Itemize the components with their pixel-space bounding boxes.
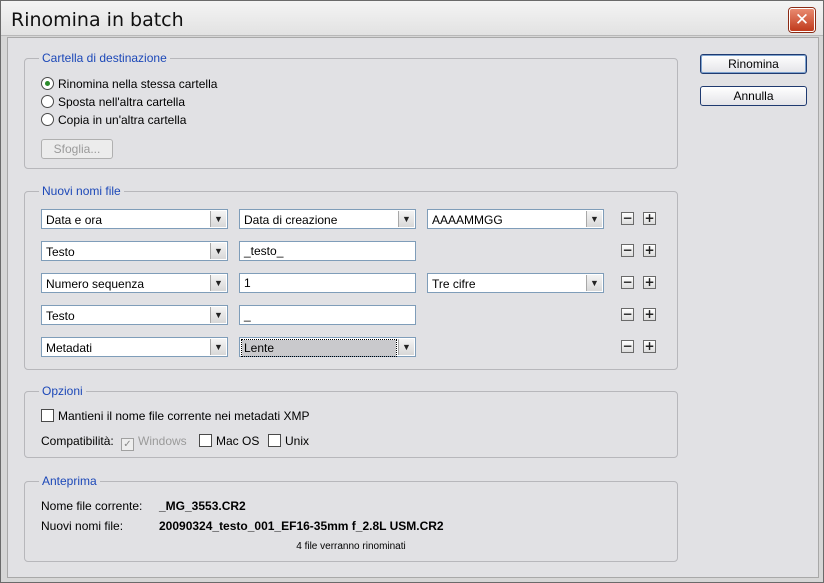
radio-label: Sposta nell'altra cartella — [58, 95, 186, 109]
chevron-down-icon[interactable]: ▼ — [398, 339, 414, 355]
window-title: Rinomina in batch — [11, 9, 184, 31]
rename-count-text: 4 file verranno rinominati — [296, 541, 406, 552]
preview-title: Anteprima — [39, 474, 100, 488]
windows-checkbox[interactable]: ✓ Windows — [121, 433, 187, 451]
radio-rename-same-folder[interactable]: Rinomina nella stessa cartella — [41, 76, 217, 92]
chevron-down-icon[interactable]: ▼ — [586, 211, 602, 227]
checkbox-label: Unix — [285, 434, 310, 448]
radio-label: Copia in un'altra cartella — [58, 113, 187, 127]
row3-type-select[interactable]: Numero sequenza ▼ — [41, 273, 228, 293]
title-bar[interactable]: Rinomina in batch ✕ — [1, 1, 823, 36]
dialog-body: Rinomina Annulla Cartella di destinazion… — [7, 37, 819, 578]
row3-digits-select[interactable]: Tre cifre ▼ — [427, 273, 604, 293]
select-value: Numero sequenza — [46, 277, 145, 291]
checkbox[interactable] — [41, 409, 54, 422]
row5-metadata-select[interactable]: Lente ▼ — [239, 337, 416, 357]
chevron-down-icon[interactable]: ▼ — [210, 307, 226, 323]
row4-type-select[interactable]: Testo ▼ — [41, 305, 228, 325]
row2-type-select[interactable]: Testo ▼ — [41, 241, 228, 261]
checkmark-icon[interactable]: ✓ — [121, 438, 134, 451]
select-value: Lente — [241, 339, 397, 357]
checkbox-label: Mac OS — [216, 434, 260, 448]
row4-text-input[interactable]: _ — [239, 305, 416, 325]
select-value: Metadati — [46, 341, 93, 355]
select-value: Data e ora — [46, 213, 103, 227]
keep-name-xmp-checkbox[interactable]: Mantieni il nome file corrente nei metad… — [41, 408, 309, 424]
new-file-names-title: Nuovi nomi file — [39, 184, 124, 198]
row1-type-select[interactable]: Data e ora ▼ — [41, 209, 228, 229]
options-group: Opzioni Mantieni il nome file corrente n… — [24, 384, 678, 458]
destination-folder-title: Cartella di destinazione — [39, 51, 170, 65]
remove-row3-minus-icon[interactable]: − — [621, 276, 634, 289]
current-name-value: _MG_3553.CR2 — [159, 499, 246, 513]
radio-button-selected[interactable] — [41, 77, 54, 90]
select-value: AAAAMMGG — [432, 213, 503, 227]
radio-move-other-folder[interactable]: Sposta nell'altra cartella — [41, 94, 185, 110]
chevron-down-icon[interactable]: ▼ — [210, 243, 226, 259]
radio-button[interactable] — [41, 95, 54, 108]
new-name-label: Nuovi nomi file: — [41, 519, 124, 533]
preview-group: Anteprima Nome file corrente: _MG_3553.C… — [24, 474, 678, 562]
chevron-down-icon[interactable]: ▼ — [210, 339, 226, 355]
browse-button[interactable]: Sfoglia... — [41, 139, 113, 159]
remove-row1-minus-icon[interactable]: − — [621, 212, 634, 225]
select-value: Testo — [46, 245, 75, 259]
row2-text-input[interactable]: _testo_ — [239, 241, 416, 261]
checkbox[interactable] — [199, 434, 212, 447]
select-value: Data di creazione — [244, 213, 338, 227]
chevron-down-icon[interactable]: ▼ — [398, 211, 414, 227]
radio-copy-other-folder[interactable]: Copia in un'altra cartella — [41, 112, 186, 128]
new-name-value: 20090324_testo_001_EF16-35mm f_2.8L USM.… — [159, 519, 444, 533]
compatibility-label: Compatibilità: — [41, 434, 114, 448]
remove-row4-minus-icon[interactable]: − — [621, 308, 634, 321]
rename-button[interactable]: Rinomina — [700, 54, 807, 74]
radio-label: Rinomina nella stessa cartella — [58, 77, 218, 91]
remove-row2-minus-icon[interactable]: − — [621, 244, 634, 257]
options-title: Opzioni — [39, 384, 86, 398]
select-value: Tre cifre — [432, 277, 476, 291]
macos-checkbox[interactable]: Mac OS — [199, 433, 259, 449]
remove-row5-minus-icon[interactable]: − — [621, 340, 634, 353]
current-name-label: Nome file corrente: — [41, 499, 143, 513]
row5-type-select[interactable]: Metadati ▼ — [41, 337, 228, 357]
row3-sequence-input[interactable]: 1 — [239, 273, 416, 293]
add-row4-plus-icon[interactable]: + — [643, 308, 656, 321]
new-file-names-group: Nuovi nomi file Data e ora ▼ Data di crea… — [24, 184, 678, 370]
batch-rename-dialog: Rinomina in batch ✕ Rinomina Annulla Car… — [0, 0, 824, 583]
cancel-button[interactable]: Annulla — [700, 86, 807, 106]
unix-checkbox[interactable]: Unix — [268, 433, 309, 449]
chevron-down-icon[interactable]: ▼ — [210, 211, 226, 227]
add-row1-plus-icon[interactable]: + — [643, 212, 656, 225]
add-row3-plus-icon[interactable]: + — [643, 276, 656, 289]
radio-button[interactable] — [41, 113, 54, 126]
destination-folder-group: Cartella di destinazione Rinomina nella … — [24, 51, 678, 169]
chevron-down-icon[interactable]: ▼ — [210, 275, 226, 291]
add-row2-plus-icon[interactable]: + — [643, 244, 656, 257]
add-row5-plus-icon[interactable]: + — [643, 340, 656, 353]
row1-date-field-select[interactable]: Data di creazione ▼ — [239, 209, 416, 229]
checkbox[interactable] — [268, 434, 281, 447]
chevron-down-icon[interactable]: ▼ — [586, 275, 602, 291]
select-value: Testo — [46, 309, 75, 323]
checkbox-label: Windows — [138, 434, 187, 448]
close-icon[interactable]: ✕ — [789, 8, 815, 32]
row1-date-format-select[interactable]: AAAAMMGG ▼ — [427, 209, 604, 229]
checkbox-label: Mantieni il nome file corrente nei metad… — [58, 409, 310, 423]
